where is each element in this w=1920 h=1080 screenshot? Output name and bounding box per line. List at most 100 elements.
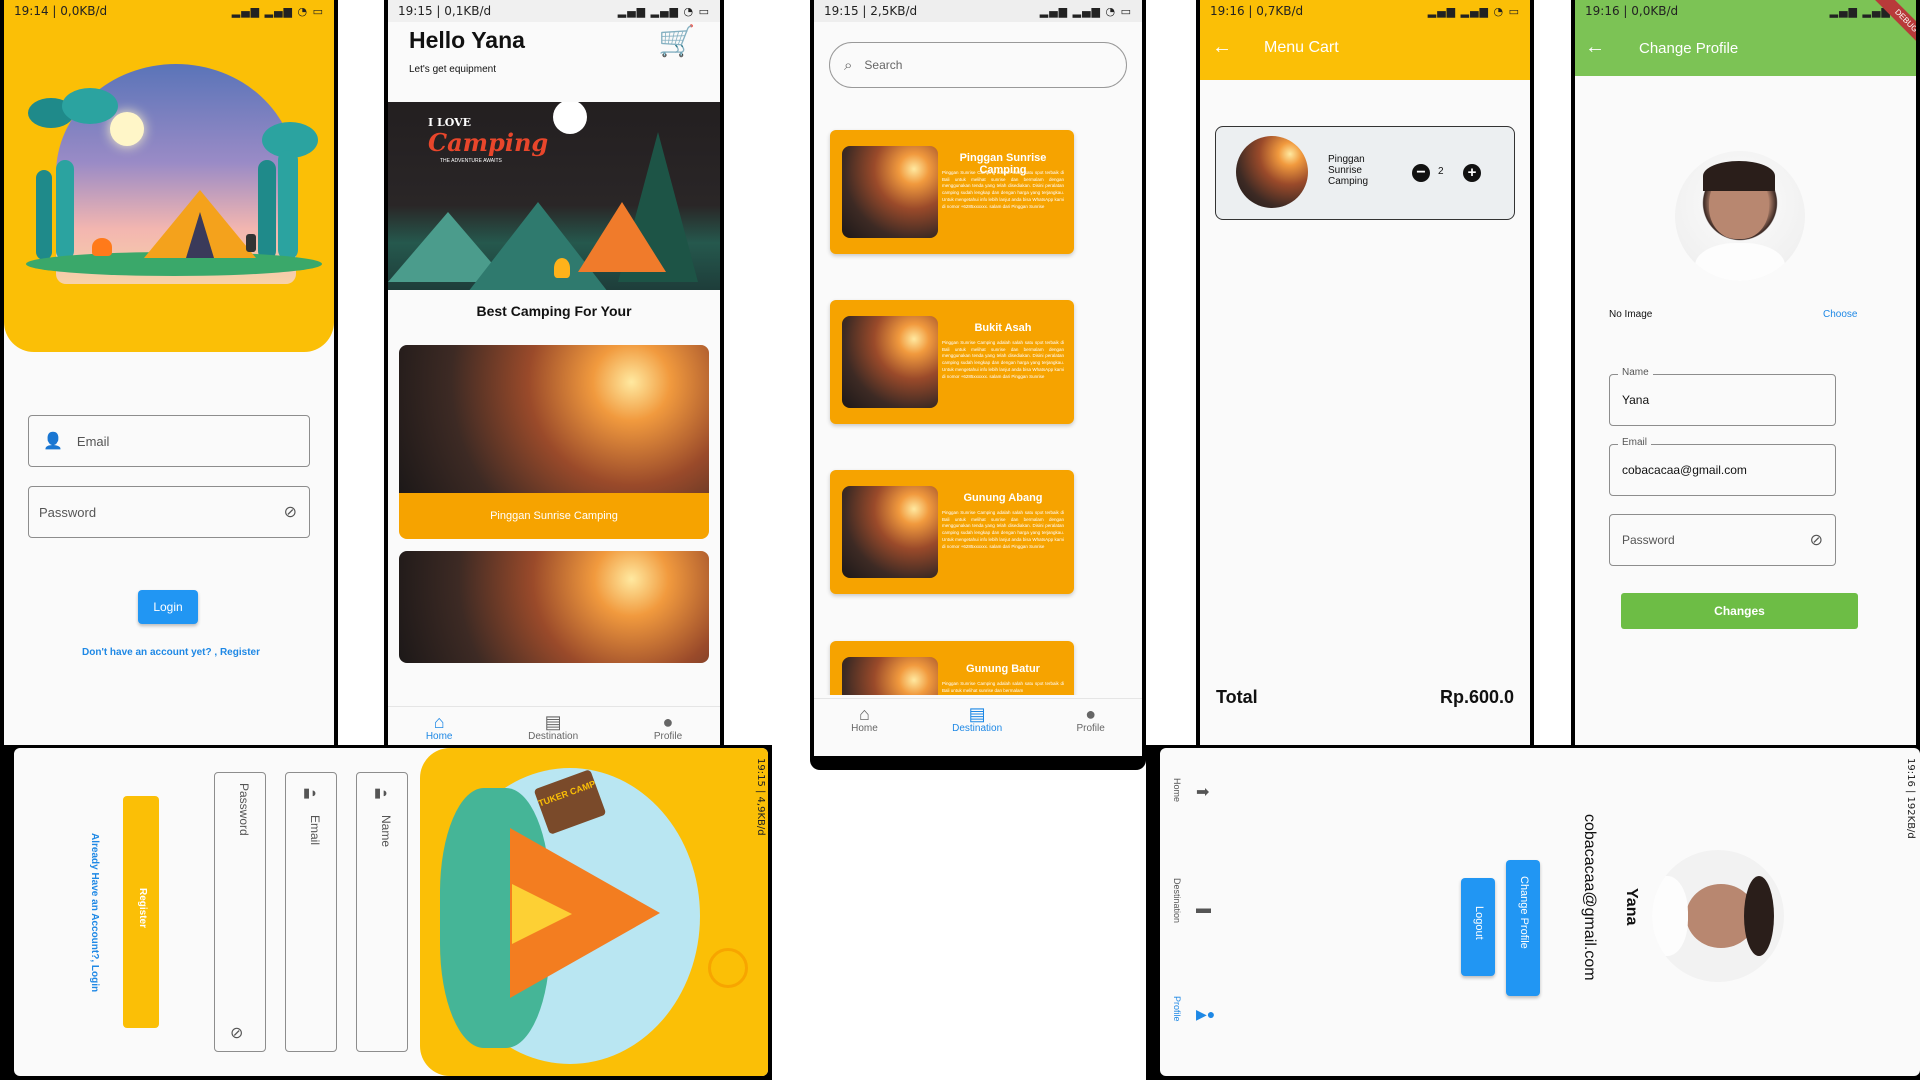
change-profile-button[interactable]: Change Profile (1506, 860, 1540, 996)
password-field[interactable]: Password ⊘ (28, 486, 310, 538)
quantity-value: 2 (1438, 166, 1444, 177)
visibility-off-icon[interactable]: ⊘ (284, 502, 297, 522)
changes-button[interactable]: Changes (1621, 593, 1858, 629)
person-icon: ▮◗ (374, 785, 390, 800)
email-field[interactable]: ▮◗ Email (285, 772, 337, 1052)
bottom-navigation: ⌂ Home ▤ Destination ● Profile (814, 698, 1142, 756)
section-title: Best Camping For Your (476, 303, 632, 319)
nav-destination[interactable]: ▤ Destination (952, 699, 1002, 734)
total-label: Total (1216, 687, 1258, 707)
campfire-icon (92, 238, 112, 256)
email-icon: ▮◗ (303, 785, 319, 800)
profile-screen-frame: ➡ Home ▬ Destination ▶● Profile Logout C… (1146, 745, 1920, 1080)
camp-photo (399, 345, 709, 493)
destination-photo (842, 316, 938, 408)
nav-profile[interactable]: ● Profile (1076, 699, 1104, 734)
app-bar: 19:16 | 0,0KB/d ▂▄▆ ▂▄▆ ◔ ← Change Profi… (1575, 0, 1916, 76)
home-banner: I LOVE Camping THE ADVENTURE AWAITS (388, 102, 720, 290)
avatar (1675, 151, 1805, 281)
home-icon: ⌂ (859, 704, 870, 724)
destination-card[interactable]: Bukit Asah Pinggan Sunrise Camping adala… (830, 300, 1074, 424)
back-arrow-icon[interactable]: ← (1212, 36, 1232, 59)
no-image-text: No Image (1609, 309, 1653, 320)
page-title: Hello Yana (409, 27, 525, 53)
login-hero: 19:14 | 0,0KB/d ▂▄▆ ▂▄▆ ◔ ▭ (4, 0, 334, 352)
total-value: Rp.600.0 (1439, 687, 1514, 707)
register-hero: TUKER CAMP (420, 748, 768, 1076)
destination-list: Pinggan Sunrise Camping Pinggan Sunrise … (814, 120, 1142, 695)
bottom-navigation: ⌂ Home ▤ Destination ● Profile (388, 706, 720, 745)
status-bar: 19:15 | 4,9KB/d (755, 758, 766, 836)
email-field[interactable]: Email cobacacaa@gmail.com (1609, 437, 1836, 496)
home-screen: 19:15 | 0,1KB/d ▂▄▆ ▂▄▆ ◔ ▭ Hello Yana L… (388, 0, 720, 745)
camp-card[interactable]: Pinggan Sunrise Camping (399, 345, 709, 539)
choose-link[interactable]: Choose (1823, 309, 1857, 320)
status-bar: 19:16 | 192KB/d (1905, 758, 1916, 839)
destination-screen-frame: 19:15 | 2,5KB/d ▂▄▆ ▂▄▆ ◔ ▭ ⌕ Search Pin… (810, 0, 1146, 770)
person-icon: ▶● (1196, 1006, 1216, 1022)
login-button[interactable]: Login (138, 590, 198, 624)
destination-photo (842, 486, 938, 578)
name-field[interactable]: Name Yana (1609, 367, 1836, 426)
decrement-button[interactable]: − (1412, 164, 1430, 182)
signal-icon: ▂▄▆ ▂▄▆ ◔ ▭ (617, 4, 710, 18)
cart-icon[interactable]: 🛒 (658, 24, 695, 59)
cart-screen: 19:16 | 0,7KB/d ▂▄▆ ▂▄▆ ◔ ▭ ← Menu Cart … (1200, 0, 1530, 745)
nav-home[interactable]: ⌂ Home (426, 707, 453, 742)
increment-button[interactable]: + (1463, 164, 1481, 182)
register-link[interactable]: Don't have an account yet? , Register (82, 647, 260, 658)
cart-item-name: Pinggan Sunrise Camping (1328, 154, 1369, 187)
status-bar: 19:16 | 0,7KB/d ▂▄▆ ▂▄▆ ◔ ▭ (1210, 4, 1520, 18)
person-icon: 👤 (43, 433, 63, 450)
nav-profile[interactable]: ● Profile (654, 707, 682, 742)
destination-card[interactable]: Pinggan Sunrise Camping Pinggan Sunrise … (830, 130, 1074, 254)
cart-item-photo (1236, 136, 1308, 208)
lantern-icon (246, 234, 256, 252)
register-link-login[interactable]: Already Have an Account?, Login (84, 833, 100, 993)
search-icon: ⌕ (844, 56, 853, 74)
tent-icon (578, 202, 666, 272)
destination-card[interactable]: Gunung Abang Pinggan Sunrise Camping ada… (830, 470, 1074, 594)
destination-screen: 19:15 | 2,5KB/d ▂▄▆ ▂▄▆ ◔ ▭ ⌕ Search Pin… (814, 0, 1142, 756)
signal-icon: ▂▄▆ ▂▄▆ ◔ ▭ (1427, 4, 1520, 18)
profile-name: Yana (1623, 888, 1640, 926)
app-bar: 19:16 | 0,7KB/d ▂▄▆ ▂▄▆ ◔ ▭ ← Menu Cart (1200, 0, 1530, 80)
sun-icon (708, 948, 748, 988)
home-icon: ➡ (1196, 784, 1210, 801)
cart-screen-frame: 19:16 | 0,7KB/d ▂▄▆ ▂▄▆ ◔ ▭ ← Menu Cart … (1196, 0, 1534, 745)
change-profile-screen: 19:16 | 0,0KB/d ▂▄▆ ▂▄▆ ◔ ← Change Profi… (1575, 0, 1916, 745)
register-button[interactable]: Register (123, 796, 159, 1028)
nav-home[interactable]: ➡ Home (1166, 772, 1216, 822)
visibility-off-icon[interactable]: ⊘ (1810, 530, 1823, 550)
nav-home[interactable]: ⌂ Home (851, 699, 878, 734)
avatar (1652, 850, 1784, 982)
person-icon: ● (662, 712, 674, 732)
back-arrow-icon[interactable]: ← (1585, 36, 1605, 59)
visibility-off-icon[interactable]: ⊘ (230, 1023, 243, 1043)
destination-photo (842, 146, 938, 238)
logout-button[interactable]: Logout (1461, 878, 1495, 976)
map-icon: ▬ (1196, 900, 1211, 917)
nav-destination[interactable]: ▬ Destination (1166, 878, 1216, 948)
camp-card[interactable] (399, 551, 709, 663)
search-input[interactable]: ⌕ Search (829, 42, 1127, 88)
password-field[interactable]: Password ⊘ (214, 772, 266, 1052)
home-icon: ⌂ (433, 712, 445, 732)
login-screen-frame: 19:14 | 0,0KB/d ▂▄▆ ▂▄▆ ◔ ▭ 👤 Email Pass… (0, 0, 338, 745)
moon-icon (110, 112, 144, 146)
profile-screen: ➡ Home ▬ Destination ▶● Profile Logout C… (1160, 748, 1920, 1076)
destination-card[interactable]: Gunung Batur Pinggan Sunrise Camping ada… (830, 641, 1074, 695)
password-field[interactable]: Password ⊘ (1609, 514, 1836, 566)
email-field[interactable]: 👤 Email (28, 415, 310, 467)
map-icon: ▤ (544, 712, 562, 732)
page-subtitle: Let's get equipment (409, 64, 496, 75)
name-field[interactable]: ▮◗ Name (356, 772, 408, 1052)
signal-icon: ▂▄▆ ▂▄▆ ◔ ▭ (1039, 4, 1132, 18)
nav-destination[interactable]: ▤ Destination (528, 707, 578, 742)
nav-profile[interactable]: ▶● Profile (1166, 992, 1216, 1052)
status-bar: 19:16 | 0,0KB/d ▂▄▆ ▂▄▆ ◔ (1585, 4, 1906, 18)
map-icon: ▤ (968, 704, 986, 724)
person-icon: ● (1085, 704, 1097, 724)
camp-photo (399, 551, 709, 663)
home-screen-frame: 19:15 | 0,1KB/d ▂▄▆ ▂▄▆ ◔ ▭ Hello Yana L… (384, 0, 724, 745)
